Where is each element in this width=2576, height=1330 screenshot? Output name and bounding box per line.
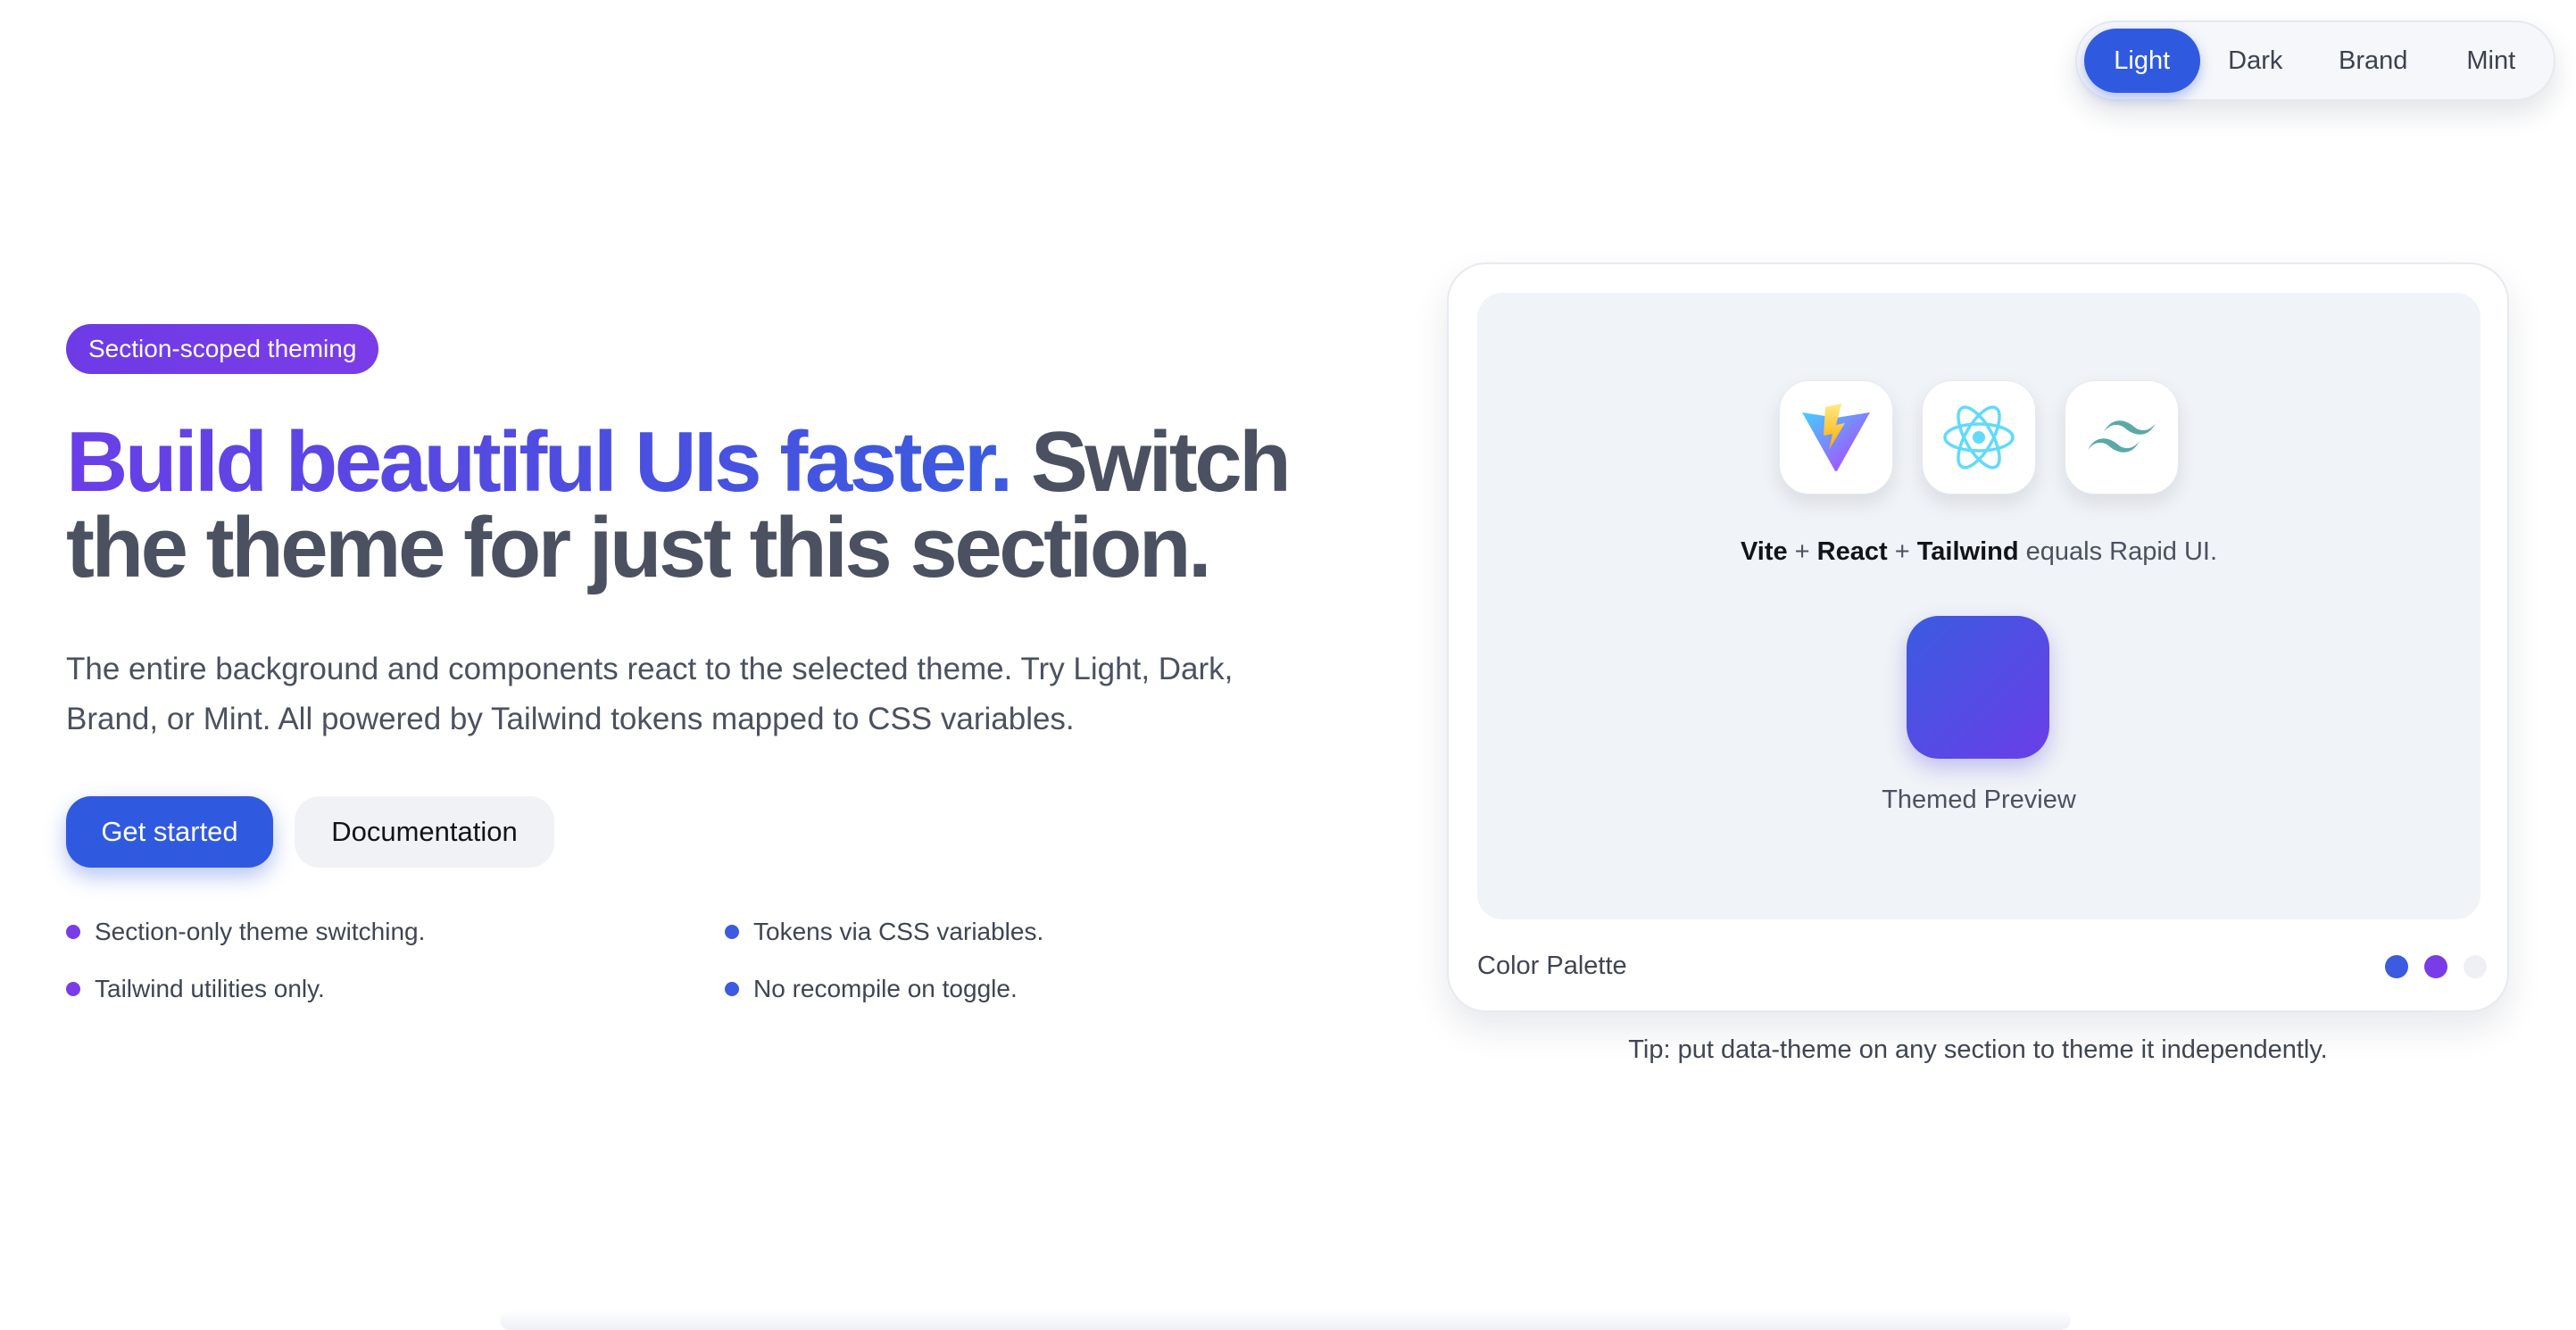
feature-item: Tailwind utilities only. xyxy=(66,975,325,1003)
palette-swatch-accent xyxy=(2424,955,2447,978)
headline-highlight: Build beautiful UIs faster. xyxy=(66,414,1013,510)
bullet-dot xyxy=(725,925,739,939)
stack-plus: + xyxy=(1887,537,1917,566)
palette-swatch-primary xyxy=(2385,955,2408,978)
tailwind-icon xyxy=(2088,420,2156,453)
section-badge: Section-scoped theming xyxy=(66,324,379,374)
bullet-dot xyxy=(66,925,80,939)
bottom-divider xyxy=(500,1310,2071,1330)
vite-icon xyxy=(1802,403,1870,471)
bullet-dot xyxy=(725,982,739,996)
themed-preview-square xyxy=(1907,616,2049,759)
palette-label: Color Palette xyxy=(1477,952,1627,980)
stack-vite: Vite xyxy=(1740,537,1788,566)
feature-text: No recompile on toggle. xyxy=(753,975,1018,1002)
page: Light Dark Brand Mint Section-scoped the… xyxy=(0,0,2576,1330)
theme-option-brand[interactable]: Brand xyxy=(2311,29,2435,93)
theme-switcher: Light Dark Brand Mint xyxy=(2075,21,2555,101)
feature-text: Section-only theme switching. xyxy=(95,918,426,945)
theme-option-dark[interactable]: Dark xyxy=(2200,29,2312,93)
react-icon xyxy=(1943,405,2015,470)
hero-description: The entire background and components rea… xyxy=(66,652,1234,736)
feature-item: Section-only theme switching. xyxy=(66,918,425,946)
documentation-button[interactable]: Documentation xyxy=(295,796,554,868)
feature-item: No recompile on toggle. xyxy=(725,975,1018,1003)
stack-tailwind: Tailwind xyxy=(1916,537,2019,566)
preview-panel: Vite + React + Tailwind equals Rapid UI.… xyxy=(1477,293,2480,919)
theme-option-light[interactable]: Light xyxy=(2084,29,2200,93)
palette-swatch-muted xyxy=(2464,955,2487,978)
bullet-dot xyxy=(66,982,80,996)
stack-line: Vite + React + Tailwind equals Rapid UI. xyxy=(1477,537,2480,567)
feature-text: Tailwind utilities only. xyxy=(95,975,325,1002)
hero-headline: Build beautiful UIs faster. Switch the t… xyxy=(66,420,1316,591)
stack-suffix: equals Rapid UI. xyxy=(2018,537,2218,566)
get-started-button[interactable]: Get started xyxy=(66,796,273,868)
theme-option-mint[interactable]: Mint xyxy=(2435,29,2547,93)
feature-item: Tokens via CSS variables. xyxy=(725,918,1043,946)
vite-logo-tile xyxy=(1779,380,1893,495)
preview-card: Vite + React + Tailwind equals Rapid UI.… xyxy=(1447,262,2509,1012)
stack-react: React xyxy=(1816,537,1888,566)
stack-plus: + xyxy=(1787,537,1817,566)
tip-text: Tip: put data-theme on any section to th… xyxy=(1628,1035,2328,1064)
tailwind-logo-tile xyxy=(2065,380,2179,495)
preview-label: Themed Preview xyxy=(1882,786,2076,814)
react-logo-tile xyxy=(1922,380,2036,495)
feature-text: Tokens via CSS variables. xyxy=(753,918,1044,945)
